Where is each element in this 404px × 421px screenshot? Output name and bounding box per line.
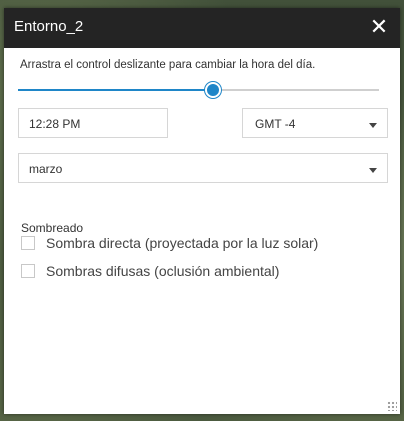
timezone-value: GMT -4 <box>255 117 296 131</box>
slider-thumb[interactable] <box>204 82 221 98</box>
slider-fill <box>18 89 213 91</box>
resize-handle[interactable] <box>387 401 397 411</box>
month-value: marzo <box>29 162 63 176</box>
slider-instruction: Arrastra el control deslizante para camb… <box>20 59 316 71</box>
direct-shadow-label: Sombra directa (proyectada por la luz so… <box>46 235 319 251</box>
environment-widget: Entorno_2 ✕ Arrastra el control deslizan… <box>4 8 400 414</box>
time-value: 12:28 PM <box>29 117 81 131</box>
chevron-down-icon <box>369 168 377 173</box>
ambient-occlusion-label: Sombras difusas (oclusión ambiental) <box>46 263 280 279</box>
checkbox-box[interactable] <box>21 264 35 278</box>
close-icon[interactable]: ✕ <box>368 14 390 40</box>
time-input[interactable]: 12:28 PM <box>18 108 168 138</box>
title-bar[interactable]: Entorno_2 ✕ <box>4 8 400 48</box>
shading-section-label: Sombreado <box>21 221 84 235</box>
checkbox-box[interactable] <box>21 236 35 250</box>
month-dropdown[interactable]: marzo <box>18 153 388 183</box>
ambient-occlusion-checkbox[interactable]: Sombras difusas (oclusión ambiental) <box>21 263 321 281</box>
time-slider[interactable] <box>18 82 379 98</box>
window-title: Entorno_2 <box>14 18 84 35</box>
chevron-down-icon <box>369 123 377 128</box>
direct-shadow-checkbox[interactable]: Sombra directa (proyectada por la luz so… <box>21 235 341 253</box>
timezone-dropdown[interactable]: GMT -4 <box>242 108 388 138</box>
